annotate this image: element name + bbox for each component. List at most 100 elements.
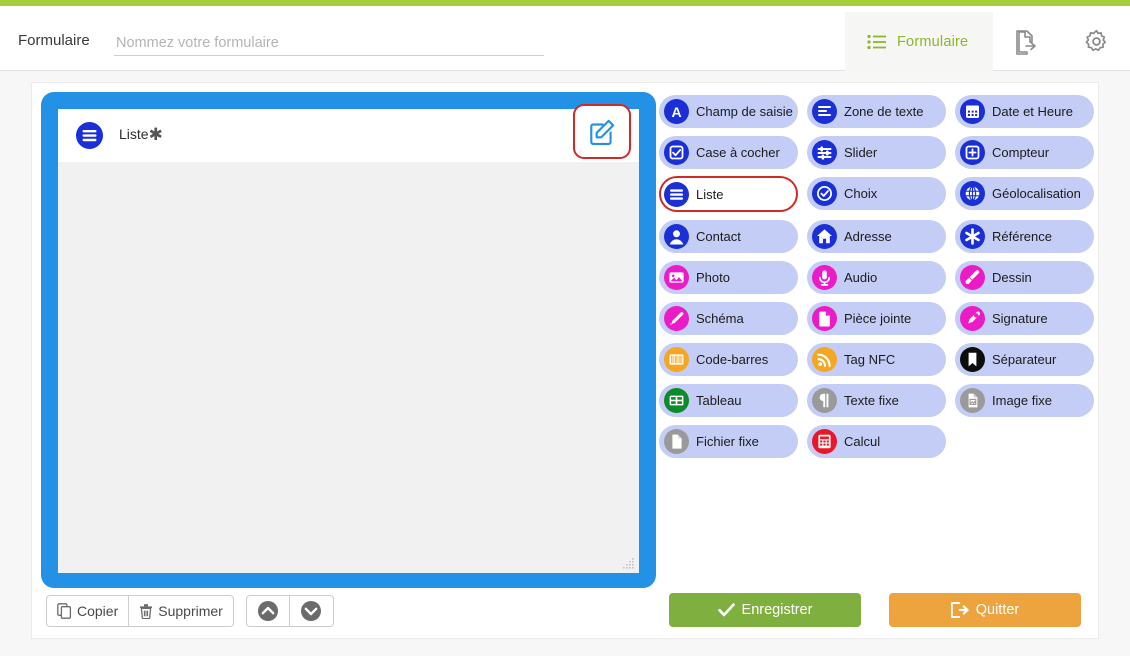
form-element-header: Liste✱ — [58, 104, 639, 161]
palette-item-date-et-heure[interactable]: Date et Heure — [955, 95, 1094, 128]
svg-text:A: A — [671, 104, 681, 120]
trash-icon — [139, 603, 153, 619]
palette-item-label: Référence — [992, 229, 1052, 244]
palette-item-dessin[interactable]: Dessin — [955, 261, 1094, 294]
palette-item-image-fixe[interactable]: Image fixe — [955, 384, 1094, 417]
quit-button-label: Quitter — [975, 602, 1020, 618]
exit-icon — [950, 602, 969, 618]
delete-button[interactable]: Supprimer — [129, 595, 234, 627]
palette-item-label: Pièce jointe — [844, 311, 912, 326]
palette-item-liste[interactable]: Liste — [659, 176, 798, 212]
element-toolbar: Copier Supprimer — [46, 595, 334, 627]
bookmark-icon — [960, 347, 985, 372]
list-lines-icon — [664, 181, 689, 207]
check-circle-icon — [812, 181, 837, 206]
plus-square-icon — [960, 140, 985, 165]
palette-item-label: Texte fixe — [844, 393, 899, 408]
palette-item-schema[interactable]: Schéma — [659, 302, 798, 335]
palette-item-label: Dessin — [992, 270, 1032, 285]
palette-item-label: Liste — [696, 186, 724, 202]
brush-icon — [960, 265, 985, 290]
palette-item-label: Séparateur — [992, 352, 1057, 367]
calculator-icon — [812, 429, 837, 454]
sliders-icon — [812, 140, 837, 165]
palette-item-adresse[interactable]: Adresse — [807, 220, 946, 253]
palette-item-label: Schéma — [696, 311, 744, 326]
palette-item-champ-de-saisie[interactable]: A Champ de saisie — [659, 95, 798, 128]
move-up-button[interactable] — [245, 595, 290, 627]
palette-item-label: Slider — [844, 145, 878, 160]
palette-item-signature[interactable]: Signature — [955, 302, 1094, 335]
resize-grip-icon[interactable] — [623, 557, 635, 569]
palette-item-tag-nfc[interactable]: Tag NFC — [807, 343, 946, 376]
export-button[interactable] — [995, 12, 1057, 71]
person-icon — [664, 224, 689, 249]
tab-formulaire[interactable]: Formulaire — [845, 12, 993, 71]
palette-item-calcul[interactable]: Calcul — [807, 425, 946, 458]
palette-item-label: Fichier fixe — [696, 434, 759, 449]
file-icon — [812, 306, 837, 331]
palette-item-fichier-fixe[interactable]: Fichier fixe — [659, 425, 798, 458]
palette-item-photo[interactable]: Photo — [659, 261, 798, 294]
checkbox-icon — [664, 140, 689, 165]
required-marker: ✱ — [148, 125, 163, 144]
save-button[interactable]: Enregistrer — [669, 593, 861, 627]
palette-item-label: Case à cocher — [696, 145, 780, 160]
globe-icon — [960, 181, 985, 206]
settings-button[interactable] — [1065, 12, 1127, 71]
rss-nfc-icon — [812, 347, 837, 372]
form-element-liste[interactable]: Liste✱ — [41, 92, 656, 588]
form-element-label: Liste✱ — [119, 125, 163, 145]
paragraph-icon — [812, 388, 837, 413]
palette-item-label: Champ de saisie — [696, 104, 793, 119]
palette-item-separateur[interactable]: Séparateur — [955, 343, 1094, 376]
save-button-label: Enregistrer — [741, 602, 813, 618]
palette-item-label: Géolocalisation — [992, 186, 1081, 201]
file-grey-icon — [664, 429, 689, 454]
image-icon — [664, 265, 689, 290]
palette-item-choix[interactable]: Choix — [807, 177, 946, 210]
page-title: Formulaire — [18, 32, 90, 49]
text-lines-icon — [812, 99, 837, 124]
palette-item-audio[interactable]: Audio — [807, 261, 946, 294]
form-name-input[interactable] — [114, 30, 544, 55]
copy-icon — [57, 603, 72, 619]
pencil-square-icon — [587, 117, 617, 147]
delete-button-label: Supprimer — [158, 603, 223, 619]
edit-element-button[interactable] — [573, 104, 631, 159]
palette-item-texte-fixe[interactable]: Texte fixe — [807, 384, 946, 417]
gear-icon — [1084, 29, 1109, 54]
palette-item-slider[interactable]: Slider — [807, 136, 946, 169]
app-header: Formulaire Formulaire — [0, 6, 1130, 71]
form-element-label-text: Liste — [119, 126, 149, 142]
palette-item-piece-jointe[interactable]: Pièce jointe — [807, 302, 946, 335]
editor-card: Liste✱ Copier Supprimer A Champ de saisi… — [31, 82, 1099, 639]
widget-palette: A Champ de saisie Zone de texte Date et H… — [659, 95, 1094, 458]
palette-item-label: Image fixe — [992, 393, 1052, 408]
palette-item-case-a-cocher[interactable]: Case à cocher — [659, 136, 798, 169]
palette-item-contact[interactable]: Contact — [659, 220, 798, 253]
list-lines-icon — [76, 121, 103, 149]
chevron-down-circle-icon — [300, 600, 322, 622]
move-down-button[interactable] — [289, 595, 334, 627]
image-file-icon — [960, 388, 985, 413]
palette-item-reference[interactable]: Référence — [955, 220, 1094, 253]
quit-button[interactable]: Quitter — [889, 593, 1081, 627]
palette-item-compteur[interactable]: Compteur — [955, 136, 1094, 169]
form-element-body — [58, 161, 639, 573]
palette-item-label: Audio — [844, 270, 878, 285]
palette-item-label: Contact — [696, 229, 741, 244]
copy-button-label: Copier — [77, 603, 119, 619]
palette-item-code-barres[interactable]: Code-barres — [659, 343, 798, 376]
tab-formulaire-label: Formulaire — [897, 33, 969, 50]
document-export-icon — [1014, 29, 1038, 55]
palette-item-zone-de-texte[interactable]: Zone de texte — [807, 95, 946, 128]
palette-item-label: Date et Heure — [992, 104, 1073, 119]
letter-a-icon: A — [664, 99, 689, 124]
palette-item-geolocalisation[interactable]: Géolocalisation — [955, 177, 1094, 210]
palette-item-tableau[interactable]: Tableau — [659, 384, 798, 417]
signature-pen-icon — [960, 306, 985, 331]
copy-button[interactable]: Copier — [46, 595, 130, 627]
palette-item-label: Tableau — [696, 393, 742, 408]
palette-item-label: Photo — [696, 270, 730, 285]
